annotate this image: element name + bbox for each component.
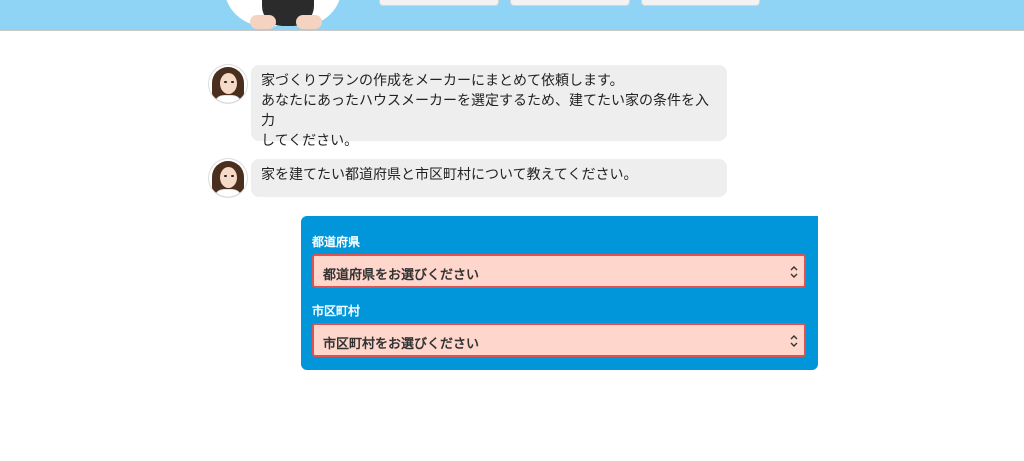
banner-person-image (210, 0, 370, 30)
chat-text-line: 家を建てたい都道府県と市区町村について教えてください。 (261, 167, 638, 183)
top-banner (0, 0, 1024, 31)
chat-text-line: してください。 (261, 133, 359, 149)
chevron-updown-icon (790, 335, 798, 347)
prefecture-label: 都道府県 (312, 235, 361, 249)
banner-thumbnail (379, 0, 499, 6)
chat-text-line: あなたにあったハウスメーカーを選定するため、建てたい家の条件を入力 (261, 93, 709, 129)
city-label: 市区町村 (312, 304, 361, 318)
city-select[interactable]: 市区町村をお選びください (312, 323, 806, 357)
location-form-panel: 都道府県 都道府県をお選びください 市区町村 市区町村をお選びください (301, 216, 818, 370)
prefecture-select[interactable]: 都道府県をお選びください (312, 254, 806, 288)
operator-avatar (209, 159, 247, 197)
city-select-value: 市区町村をお選びください (323, 337, 480, 352)
chat-bubble: 家づくりプランの作成をメーカーにまとめて依頼します。 あなたにあったハウスメーカ… (251, 65, 727, 149)
banner-thumbnail (510, 0, 630, 6)
chat-bubble: 家を建てたい都道府県と市区町村について教えてください。 (251, 159, 727, 197)
chevron-updown-icon (790, 266, 798, 278)
prefecture-select-value: 都道府県をお選びください (323, 268, 480, 283)
chat-text-line: 家づくりプランの作成をメーカーにまとめて依頼します。 (261, 73, 624, 89)
banner-thumbnail (641, 0, 760, 6)
operator-avatar (209, 65, 247, 103)
